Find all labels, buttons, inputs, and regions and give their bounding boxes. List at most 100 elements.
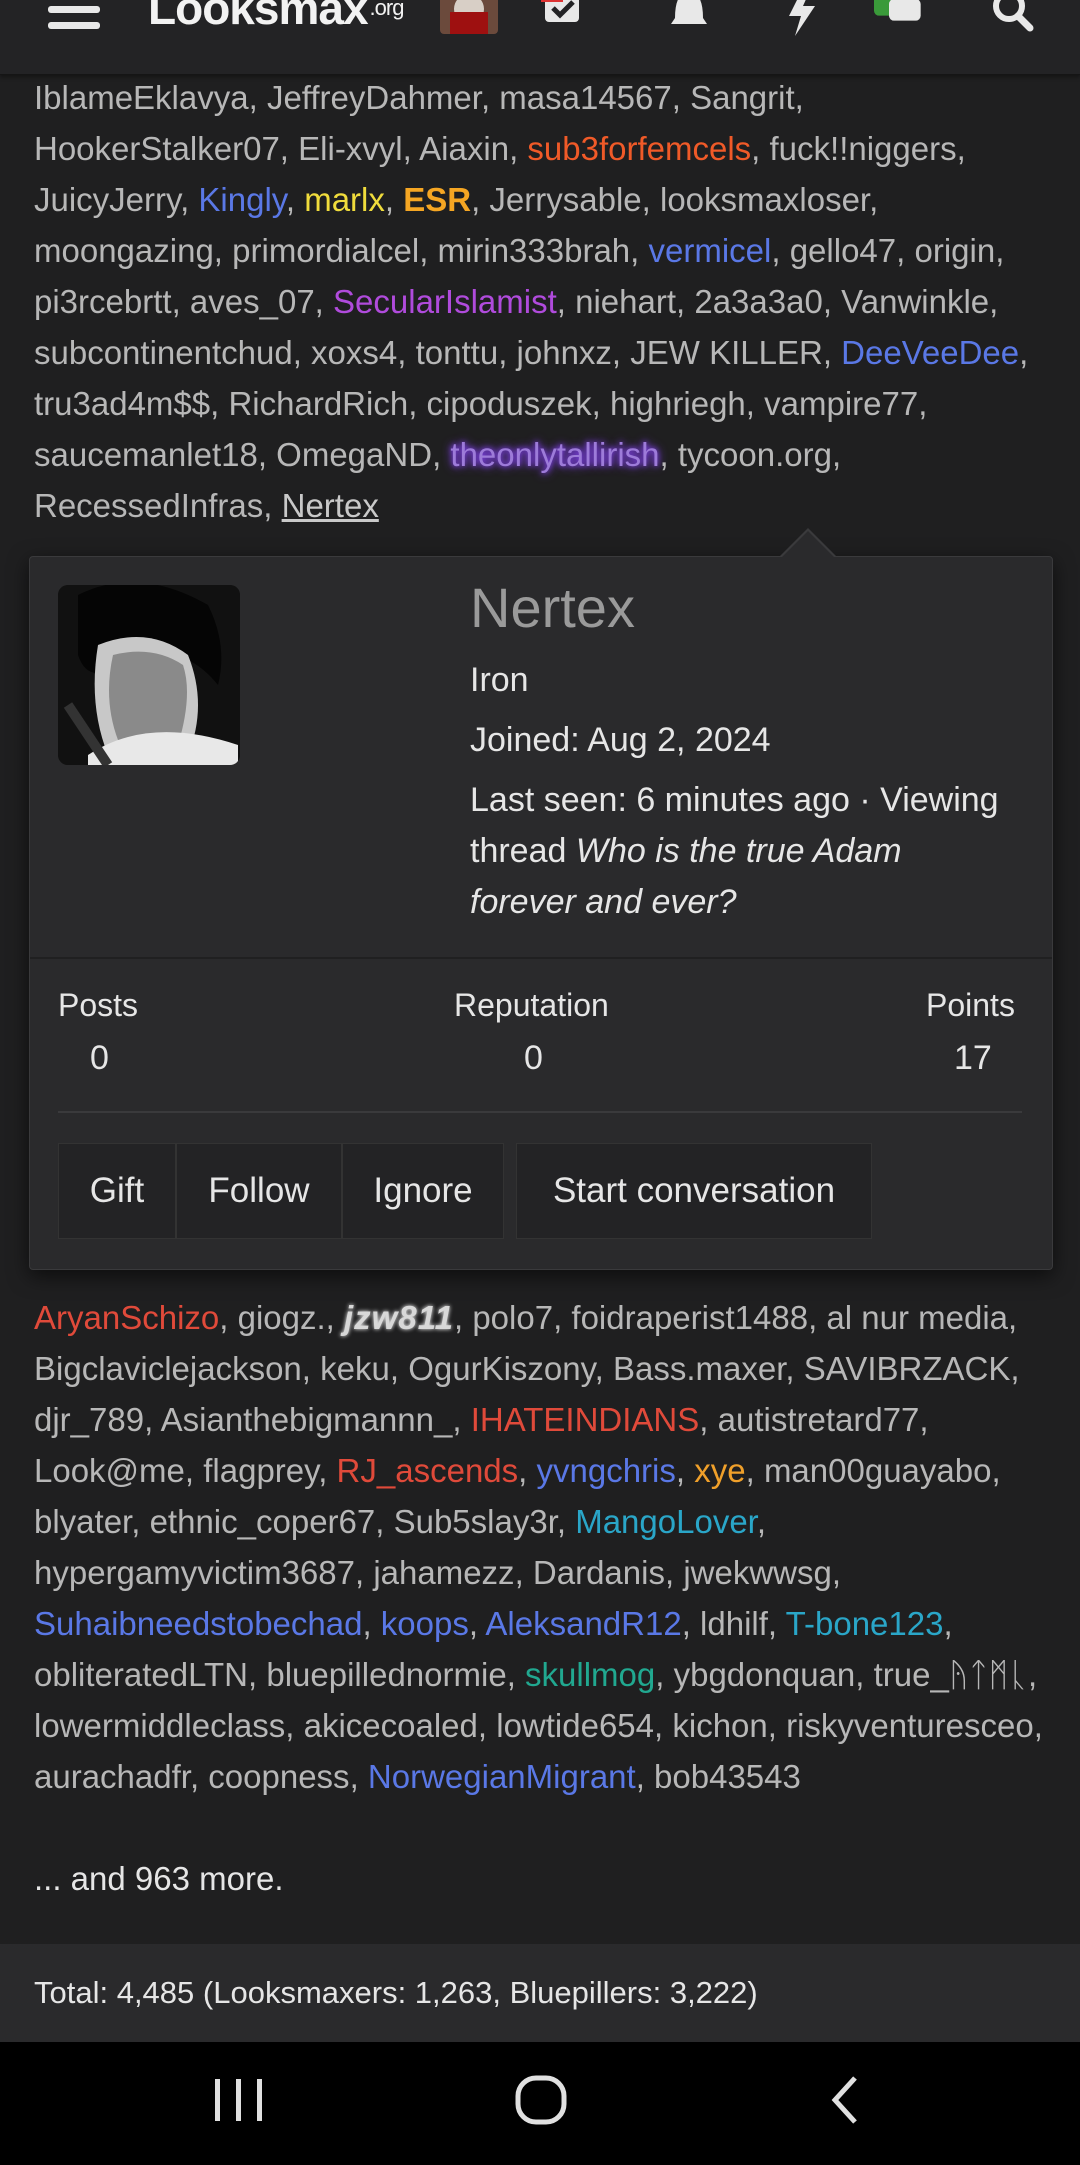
online-user-link[interactable]: bob43543 <box>654 1758 801 1795</box>
online-user-link[interactable]: JuicyJerry <box>34 181 180 218</box>
online-user-link[interactable]: saucemanlet18 <box>34 436 258 473</box>
online-user-link[interactable]: RichardRich <box>228 385 408 422</box>
online-user-link[interactable]: IHATEINDIANS <box>471 1401 700 1438</box>
online-user-link[interactable]: koops <box>381 1605 469 1642</box>
online-user-link[interactable]: Sangrit <box>690 79 795 116</box>
online-user-link[interactable]: RecessedInfras <box>34 487 263 524</box>
online-user-link[interactable]: al nur media <box>826 1299 1008 1336</box>
online-user-link[interactable]: OgurKiszony <box>408 1350 594 1387</box>
home-icon[interactable] <box>496 2070 586 2130</box>
online-user-link[interactable]: mirin333brah <box>438 232 631 269</box>
chat-icon[interactable] <box>874 0 924 34</box>
online-user-link[interactable]: looksmaxloser <box>660 181 869 218</box>
online-user-link[interactable]: lowermiddleclass <box>34 1707 285 1744</box>
online-user-link[interactable]: moongazing <box>34 232 214 269</box>
online-user-link[interactable]: RJ_ascends <box>337 1452 519 1489</box>
online-user-link[interactable]: vermicel <box>649 232 772 269</box>
online-user-link[interactable]: johnxz <box>517 334 612 371</box>
ignore-button[interactable]: Ignore <box>342 1143 504 1239</box>
online-user-link[interactable]: blyater <box>34 1503 131 1540</box>
online-user-link[interactable]: jzw811 <box>344 1299 454 1336</box>
online-user-link[interactable]: Asianthebigmannn_ <box>161 1401 453 1438</box>
bell-icon[interactable] <box>664 0 714 34</box>
online-user-link[interactable]: hypergamyvictim3687 <box>34 1554 355 1591</box>
online-user-link[interactable]: Dardanis <box>533 1554 665 1591</box>
online-user-link[interactable]: HookerStalker07 <box>34 130 280 167</box>
search-icon[interactable] <box>988 0 1038 34</box>
member-avatar[interactable] <box>58 585 240 765</box>
online-user-link[interactable]: aves_07 <box>190 283 315 320</box>
online-user-link[interactable]: jwekwwsg <box>683 1554 832 1591</box>
start-conversation-button[interactable]: Start conversation <box>516 1143 872 1239</box>
online-user-link[interactable]: 2a3a3a0 <box>694 283 822 320</box>
online-user-link[interactable]: skullmog <box>525 1656 655 1693</box>
online-user-link[interactable]: Look@me <box>34 1452 185 1489</box>
online-user-link[interactable]: DeeVeeDee <box>841 334 1019 371</box>
online-user-link[interactable]: vampire77 <box>764 385 918 422</box>
online-user-link[interactable]: subcontinentchud <box>34 334 293 371</box>
online-user-link[interactable]: Vanwinkle <box>841 283 989 320</box>
online-user-link[interactable]: akicecoaled <box>304 1707 478 1744</box>
online-user-link[interactable]: Eli-xvyl <box>298 130 403 167</box>
online-user-link[interactable]: OmegaND <box>276 436 432 473</box>
back-icon[interactable] <box>800 2070 890 2130</box>
online-user-link[interactable]: kichon <box>672 1707 767 1744</box>
online-user-link[interactable]: Bass.maxer <box>613 1350 785 1387</box>
online-user-link[interactable]: true_ᚤᛏᛗᚳ <box>874 1656 1028 1693</box>
online-user-link[interactable]: NorwegianMigrant <box>368 1758 636 1795</box>
online-user-link[interactable]: yvngchris <box>537 1452 676 1489</box>
online-user-link[interactable]: JeffreyDahmer <box>267 79 481 116</box>
lightning-icon[interactable] <box>776 0 826 36</box>
online-user-link[interactable]: ybgdonquan <box>674 1656 856 1693</box>
online-user-link[interactable]: Kingly <box>198 181 285 218</box>
online-user-link[interactable]: xoxs4 <box>311 334 397 371</box>
online-user-link[interactable]: Jerrysable <box>489 181 641 218</box>
online-user-link[interactable]: Aiaxin <box>419 130 509 167</box>
online-user-link[interactable]: ethnic_coper67 <box>150 1503 376 1540</box>
member-username[interactable]: Nertex <box>470 575 635 640</box>
online-user-link[interactable]: SAVIBRZACK <box>804 1350 1011 1387</box>
online-user-link[interactable]: niehart <box>575 283 676 320</box>
online-user-link[interactable]: cipoduszek <box>427 385 592 422</box>
online-user-link[interactable]: coopness <box>208 1758 349 1795</box>
online-user-link[interactable]: jahamezz <box>373 1554 514 1591</box>
online-user-link[interactable]: polo7 <box>472 1299 553 1336</box>
online-user-link[interactable]: giogz. <box>238 1299 326 1336</box>
online-user-link[interactable]: primordialcel <box>232 232 419 269</box>
online-user-link[interactable]: autistretard77 <box>718 1401 920 1438</box>
online-user-link[interactable]: marlx <box>304 181 385 218</box>
online-user-link[interactable]: gello47 <box>790 232 896 269</box>
online-user-link[interactable]: aurachadfr <box>34 1758 190 1795</box>
online-user-link[interactable]: djr_789 <box>34 1401 144 1438</box>
online-user-link[interactable]: bluepillednormie <box>266 1656 506 1693</box>
online-user-link[interactable]: origin <box>914 232 995 269</box>
online-user-link[interactable]: keku <box>320 1350 390 1387</box>
online-user-link[interactable]: obliteratedLTN <box>34 1656 248 1693</box>
online-user-link[interactable]: flagprey <box>203 1452 318 1489</box>
online-user-link[interactable]: AleksandR12 <box>485 1605 681 1642</box>
site-logo[interactable]: Looksmax .org <box>148 0 404 34</box>
online-user-link[interactable]: MangoLover <box>575 1503 757 1540</box>
online-user-link[interactable]: theonlytallirish <box>450 436 659 473</box>
online-user-link[interactable]: highriegh <box>610 385 746 422</box>
user-avatar[interactable] <box>440 0 498 34</box>
online-user-link[interactable]: man00guayabo <box>764 1452 992 1489</box>
online-user-link[interactable]: Sub5slay3r <box>394 1503 557 1540</box>
online-user-link[interactable]: sub3forfemcels <box>527 130 751 167</box>
online-user-link[interactable]: xye <box>694 1452 745 1489</box>
online-user-link[interactable]: tonttu <box>416 334 499 371</box>
online-user-link[interactable]: T-bone123 <box>786 1605 944 1642</box>
online-user-link[interactable]: Nertex <box>282 487 379 524</box>
follow-button[interactable]: Follow <box>176 1143 342 1239</box>
online-user-link[interactable]: tru3ad4m$$ <box>34 385 210 422</box>
gift-button[interactable]: Gift <box>58 1143 176 1239</box>
online-user-link[interactable]: ESR <box>403 181 471 218</box>
online-user-link[interactable]: Bigclaviclejackson <box>34 1350 302 1387</box>
online-user-link[interactable]: pi3rcebrtt <box>34 283 172 320</box>
online-user-link[interactable]: masa14567 <box>499 79 671 116</box>
online-user-link[interactable]: Suhaibneedstobechad <box>34 1605 362 1642</box>
recent-apps-icon[interactable] <box>194 2070 284 2130</box>
inbox-icon[interactable] <box>540 0 590 34</box>
online-user-link[interactable]: riskyventuresceo <box>786 1707 1034 1744</box>
online-user-link[interactable]: lowtide654 <box>496 1707 654 1744</box>
